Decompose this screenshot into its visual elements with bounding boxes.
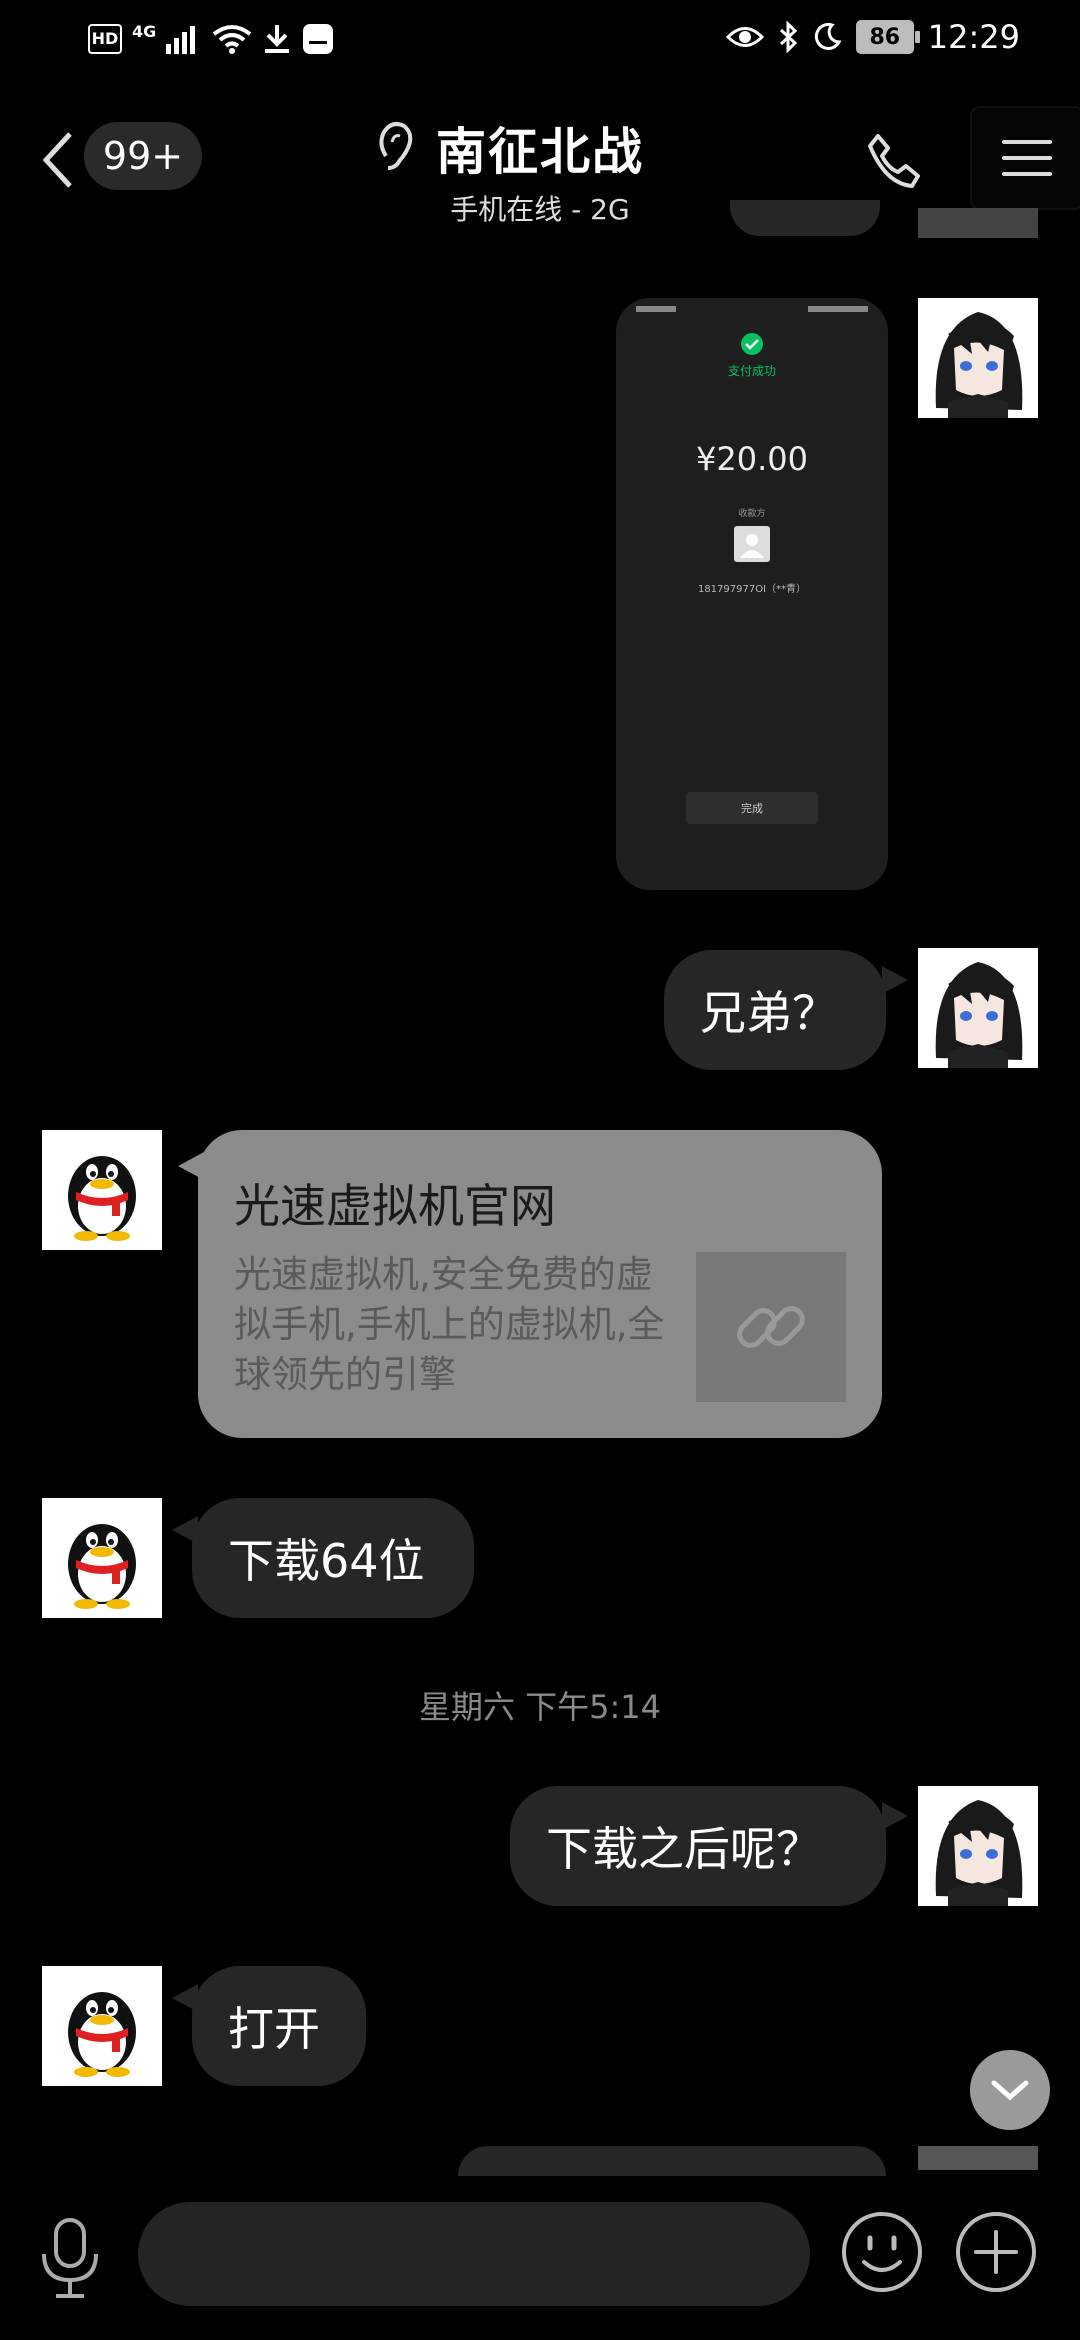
- link-card-message[interactable]: 光速虚拟机官网 光速虚拟机,安全免费的虚拟手机,手机上的虚拟机,全球领先的引擎: [198, 1130, 882, 1438]
- done-button: 完成: [686, 792, 818, 824]
- avatar-self[interactable]: [918, 948, 1038, 1068]
- wifi-icon: [213, 24, 252, 54]
- input-bar: [0, 2180, 1080, 2340]
- payee-avatar: [734, 526, 770, 562]
- person-icon: [740, 534, 764, 558]
- chevron-down-icon: [991, 2080, 1029, 2101]
- hd-indicator: HD: [88, 23, 122, 54]
- bubble-tail: [882, 966, 908, 994]
- menu-icon[interactable]: [970, 106, 1080, 210]
- bubble-tail: [882, 1802, 908, 1830]
- payment-amount: ¥20.00: [696, 440, 808, 478]
- download-icon: [265, 24, 290, 53]
- message-bubble-contact[interactable]: 下载64位: [192, 1498, 474, 1618]
- previous-message-fragment: [730, 200, 880, 236]
- signal-icon: [166, 25, 196, 54]
- ear-icon[interactable]: [376, 120, 416, 176]
- message-text: 打开: [228, 2002, 320, 2056]
- message-input[interactable]: [138, 2202, 810, 2306]
- emoji-icon[interactable]: [840, 2210, 924, 2294]
- link-card-title: 光速虚拟机官网: [234, 1179, 556, 1233]
- huawei-app-icon: [303, 23, 334, 54]
- message-text: 兄弟？: [700, 986, 838, 1040]
- previous-avatar-fragment: [918, 208, 1038, 238]
- payee-label: 收款方: [738, 509, 766, 519]
- plus-icon[interactable]: [954, 2210, 1038, 2294]
- done-button-label: 完成: [741, 802, 763, 815]
- clock: 12:29: [927, 18, 1020, 56]
- status-left: HD 4G: [88, 22, 334, 55]
- image-message-payment-screenshot[interactable]: 支付成功 ¥20.00 收款方 181797977OI（**青） 完成: [616, 298, 888, 890]
- payment-status: 支付成功: [727, 364, 776, 378]
- anime-avatar-icon: [918, 1786, 1038, 1906]
- moon-icon: [814, 22, 842, 50]
- anime-avatar-icon: [918, 298, 1038, 418]
- scroll-to-bottom-button[interactable]: [970, 2050, 1050, 2130]
- status-bar: HD 4G 86 12:29: [0, 0, 1080, 80]
- link-card-thumbnail: [696, 1252, 846, 1402]
- network-type: 4G: [132, 22, 157, 41]
- message-bubble-self[interactable]: 兄弟？: [664, 950, 886, 1070]
- battery-indicator: 86: [855, 20, 920, 54]
- link-icon: [737, 1306, 805, 1348]
- avatar-contact[interactable]: [42, 1966, 162, 2086]
- eye-icon: [725, 27, 764, 47]
- penguin-avatar-icon: [42, 1498, 162, 1618]
- message-bubble-contact[interactable]: 打开: [192, 1966, 366, 2086]
- penguin-avatar-icon: [42, 1966, 162, 2086]
- mini-status-bar: [636, 306, 868, 314]
- success-check-icon: [741, 333, 763, 355]
- mic-icon[interactable]: [38, 2216, 102, 2300]
- message-text: 下载之后呢？: [546, 1822, 822, 1876]
- penguin-avatar-icon: [42, 1130, 162, 1250]
- avatar-contact[interactable]: [42, 1498, 162, 1618]
- phone-icon[interactable]: [864, 130, 924, 190]
- next-avatar-fragment: [918, 2146, 1038, 2170]
- bluetooth-icon: [779, 21, 797, 53]
- avatar-self[interactable]: [918, 1786, 1038, 1906]
- avatar-contact[interactable]: [42, 1130, 162, 1250]
- message-bubble-self[interactable]: 下载之后呢？: [510, 1786, 886, 1906]
- anime-avatar-icon: [918, 948, 1038, 1068]
- message-text: 下载64位: [228, 1534, 425, 1588]
- next-message-fragment: [458, 2146, 886, 2176]
- avatar-self[interactable]: [918, 298, 1038, 418]
- payee-name: 181797977OI（**青）: [697, 584, 807, 595]
- link-card-description: 光速虚拟机,安全免费的虚拟手机,手机上的虚拟机,全球领先的引擎: [234, 1253, 665, 1396]
- status-right: 86 12:29: [725, 18, 1020, 56]
- message-timestamp: 星期六 下午5:14: [418, 1688, 662, 1726]
